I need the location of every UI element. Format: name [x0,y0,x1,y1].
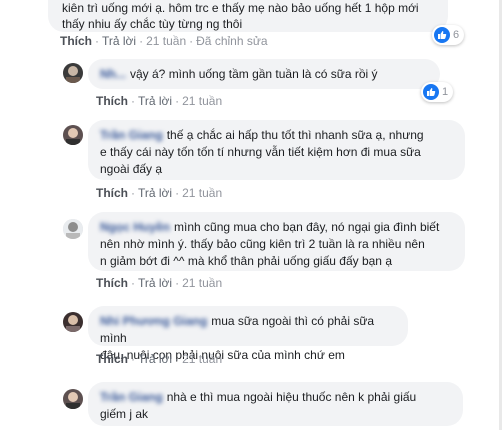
timestamp[interactable]: 21 tuần [182,186,222,200]
reaction-badge[interactable]: 1 [421,82,454,102]
avatar[interactable] [63,63,83,83]
author-name[interactable]: Trần Giang [100,128,163,142]
like-button[interactable]: Thích [96,352,128,366]
author-name[interactable]: Nhi Phương Giang [100,314,207,328]
reaction-count: 1 [442,86,449,98]
timestamp[interactable]: 21 tuần [182,352,222,366]
comment-bubble: Nh... vậy á? mình uống tầm gần tuần là có… [88,59,440,89]
comment-text-line: ngoài đấy ạ [100,162,163,176]
reaction-count: 6 [453,29,460,41]
like-icon [423,84,439,100]
reply-button[interactable]: Trả lời [102,34,136,48]
edited-label: Đã chỉnh sửa [196,34,268,48]
like-button[interactable]: Thích [96,186,128,200]
comment-text-line: giếm j ak [100,407,149,421]
comment-text-line: e thấy cái này tốn tốn tí nhưng vẫn tiết… [100,145,421,159]
avatar[interactable] [63,312,83,332]
avatar[interactable] [63,219,83,239]
comment-text-line: nhà e thì mua ngoài hiệu thuốc nên k phả… [166,390,417,404]
reply-button[interactable]: Trả lời [138,94,172,108]
comment-bubble-top: kiên trì uống mới ạ. hôm trc e thấy mẹ n… [48,0,448,32]
comment-text-line: nên nhờ mình ý. thấy bảo cũng kiên trì 2… [100,237,425,251]
comment-actions-top: Thích · Trả lời · 21 tuần · Đã chỉnh sửa [60,34,268,48]
like-button[interactable]: Thích [96,276,128,290]
timestamp[interactable]: 21 tuần [182,94,222,108]
like-icon [434,27,450,43]
reaction-badge[interactable]: 6 [432,25,465,45]
reply-button[interactable]: Trả lời [138,186,172,200]
comment-actions: Thích · Trả lời · 21 tuần [96,94,223,108]
comment-text-line: vậy á? mình uống tầm gần tuần là có sữa … [130,67,378,81]
comment-text-line: mình cũng mua cho bạn đây, nó ngại gia đ… [174,220,440,234]
comment-bubble: Trần Giang thế ạ chắc ai hấp thu tốt thì … [88,120,465,180]
timestamp[interactable]: 21 tuần [182,276,222,290]
comment-actions: Thích · Trả lời · 21 tuần [96,352,223,366]
author-name[interactable]: Nh... [100,67,126,81]
reply-button[interactable]: Trả lời [138,276,172,290]
comment-text-line: n giảm bớt đi ^^ mà khổ thân phải uống g… [100,254,392,268]
like-button[interactable]: Thích [96,94,128,108]
like-button[interactable]: Thích [60,34,92,48]
reply-button[interactable]: Trả lời [138,352,172,366]
comment-text-line: thấy nhiu ấy chắc tùy từng ng thôi [62,17,243,31]
comment-actions: Thích · Trả lời · 21 tuần [96,276,223,290]
comment-actions: Thích · Trả lời · 21 tuần [96,186,223,200]
author-name[interactable]: Ngọc Huyền [100,220,170,234]
comment-bubble: Nhi Phương Giang mua sữa ngoài thì có phả… [88,306,408,362]
comment-bubble: Trần Giang nhà e thì mua ngoài hiệu thuốc… [88,382,463,426]
comment-bubble: Ngọc Huyền mình cũng mua cho bạn đây, nó … [88,212,465,271]
timestamp[interactable]: 21 tuần [146,34,186,48]
author-name[interactable]: Trần Giang [100,390,163,404]
avatar[interactable] [63,125,83,145]
avatar[interactable] [63,389,83,409]
comment-text-line: kiên trì uống mới ạ. hôm trc e thấy mẹ n… [62,1,419,15]
comment-text-line: thế ạ chắc ai hấp thu tốt thì nhanh sữa … [166,128,424,142]
